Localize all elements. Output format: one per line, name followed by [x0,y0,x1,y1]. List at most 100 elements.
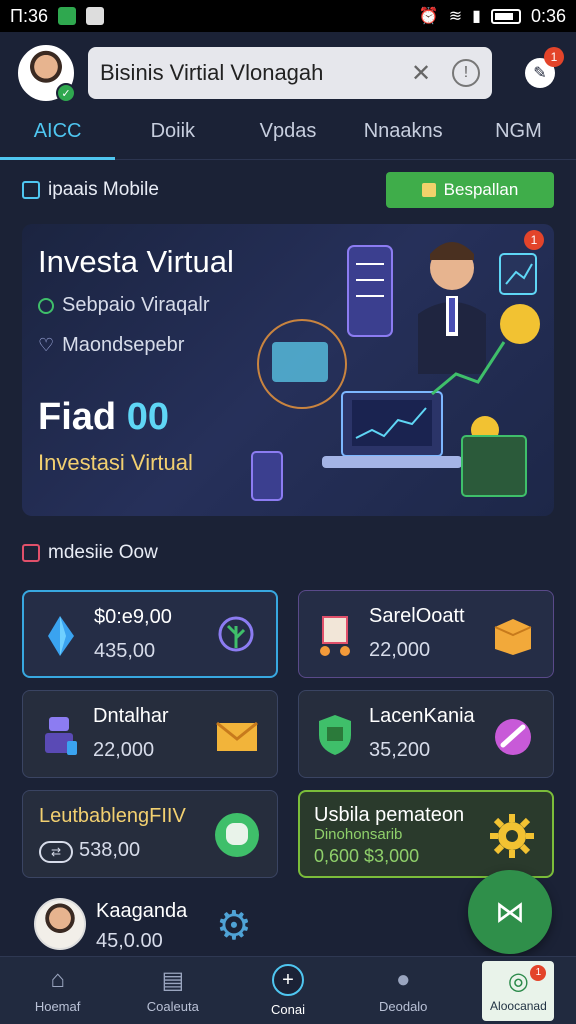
banner-big-text: Fiad 00 [38,396,169,439]
avatar[interactable]: ✓ [18,45,76,103]
advisor-value: 45,0.00 [96,930,163,952]
banner-line-2: ♡ Maondsepebr [38,334,184,357]
asset-card-5[interactable]: LeutbablengFIIV ⇄ 538,00 [22,790,278,878]
robot-icon [45,717,77,755]
easel-icon [320,616,350,656]
nav-add[interactable]: + Conai [230,957,345,1024]
nav-support[interactable]: ◎ Aloocanad 1 [461,957,576,1024]
asset-card-6[interactable]: Usbila pemateon Dinohonsarib 0,600 $3,00… [298,790,554,878]
nav-support-label: Aloocanad [490,998,547,1013]
toggle-icon [215,813,259,857]
support-badge: 1 [530,964,547,981]
nav-home[interactable]: ⌂ Hoemaf [0,957,115,1024]
notification-button[interactable]: ✎ 1 [522,47,564,91]
settings-gear-icon[interactable]: ⚙ [216,906,252,946]
tab-ngm[interactable]: NGM [461,114,576,159]
section-header-mobile: ipaais Mobile Bespallan [22,170,554,210]
advisor-avatar [34,898,86,950]
section-2-title: mdesiie Oow [48,542,158,563]
online-badge-icon: ✓ [56,83,76,103]
card-5-title: LeutbablengFIIV [39,805,186,827]
status-time-left: П:36 [10,5,48,26]
status-bar: П:36 ⏰ ≋ ▮ 0:36 [0,0,576,32]
bottom-navigation: ⌂ Hoemaf ▤ Coaleuta + Conai ● Deodalo ◎ … [0,956,576,1024]
advisor-name: Kaaganda [96,900,188,922]
card-6-subtitle: Dinohonsarib [314,826,403,843]
nav-add-label: Conai [271,1002,305,1017]
folder-icon: ▤ [161,966,185,994]
nav-collection[interactable]: ▤ Coaleuta [115,957,230,1024]
card-5-value-row: ⇄ 538,00 [39,839,140,863]
info-icon[interactable]: ! [452,59,480,87]
shield-icon [319,715,351,755]
app-header: ✓ Bisinis Virtial Vlonagah ✕ ! ✎ 1 [0,32,576,114]
app-notification-icon [57,7,76,25]
battery-icon [490,8,521,24]
section-title: ipaais Mobile [48,179,159,200]
envelope-icon [216,721,258,751]
action-button[interactable]: Bespallan [386,172,554,208]
asset-card-2[interactable]: SarelOoatt 22,000 [298,590,554,678]
investment-illustration [251,242,540,501]
card-2-title: SarelOoatt [369,605,465,627]
tab-doiik[interactable]: Doiik [115,114,230,159]
banner-line-1-text: Sebpaio Viraqalr [62,294,210,316]
alarm-icon: ⏰ [418,8,439,25]
nav-profile[interactable]: ● Deodalo [346,957,461,1024]
asset-card-1[interactable]: $0:e9,00 435,00 [22,590,278,678]
banner-line-1: Sebpaio Viraqalr [38,294,210,317]
tab-nnaakns[interactable]: Nnaakns [346,114,461,159]
promo-banner[interactable]: Investa Virtual Sebpaio Viraqalr ♡ Maond… [22,224,554,516]
tab-vpdas[interactable]: Vpdas [230,114,345,159]
swap-icon: ⋈ [495,895,525,929]
plus-icon: + [272,964,304,996]
action-button-label: Bespallan [443,180,519,199]
card-3-title: Dntalhar [93,705,169,727]
status-time-right: 0:36 [530,5,566,26]
home-icon: ⌂ [50,966,65,993]
banner-badge: 1 [524,230,544,250]
card-6-value: 0,600 $3,000 [314,846,420,866]
checkbox-icon-2[interactable] [22,544,40,562]
profile-icon: ● [395,966,411,993]
card-5-value: 538,00 [79,839,141,861]
card-4-title: LacenKania [369,705,475,727]
banner-big-left: Fiad [38,396,117,438]
section-header-overview: mdesiie Oow [22,542,158,564]
clear-icon[interactable]: ✕ [406,58,436,88]
card-4-value: 35,200 [369,739,431,761]
gear-icon [490,814,534,858]
tab-aicc[interactable]: AICC [0,114,116,160]
coin-icon: ⇄ [39,841,73,863]
asset-card-3[interactable]: Dntalhar 22,000 [22,690,278,778]
nav-collection-label: Coaleuta [146,999,199,1014]
advisor-row[interactable]: Kaaganda 45,0.00 ⚙ [30,894,330,954]
check-circle-icon [38,297,54,314]
search-bar[interactable]: Bisinis Virtial Vlonagah ✕ ! [88,47,492,99]
tree-icon [218,616,254,652]
card-2-value: 22,000 [369,639,431,661]
banner-line-2-text: Maondsepebr [62,334,185,356]
banner-subtitle: Investasi Virtual [38,450,193,475]
image-notification-icon [85,7,104,25]
banner-title: Investa Virtual [38,244,234,279]
notification-badge: 1 [544,47,564,67]
wifi-icon: ≋ [448,8,463,25]
transfer-fab-button[interactable]: ⋈ [468,870,552,954]
gem-icon [48,616,74,656]
card-1-title: $0:e9,00 [94,606,172,628]
signal-icon: ▮ [472,8,481,25]
tab-bar: AICC Doiik Vpdas Nnaakns NGM [0,114,576,160]
banner-big-right: 00 [126,396,169,438]
support-icon: ◎ [507,968,529,995]
heart-icon: ♡ [38,335,55,355]
nav-support-box: ◎ Aloocanad 1 [482,960,555,1021]
checkbox-icon[interactable] [22,181,40,199]
card-6-title: Usbila pemateon [314,804,465,826]
search-input[interactable]: Bisinis Virtial Vlonagah [100,60,406,86]
wallet-icon [421,183,436,197]
box-icon [494,619,532,655]
asset-card-4[interactable]: LacenKania 35,200 [298,690,554,778]
link-icon [495,719,531,755]
nav-profile-label: Deodalo [378,999,428,1014]
